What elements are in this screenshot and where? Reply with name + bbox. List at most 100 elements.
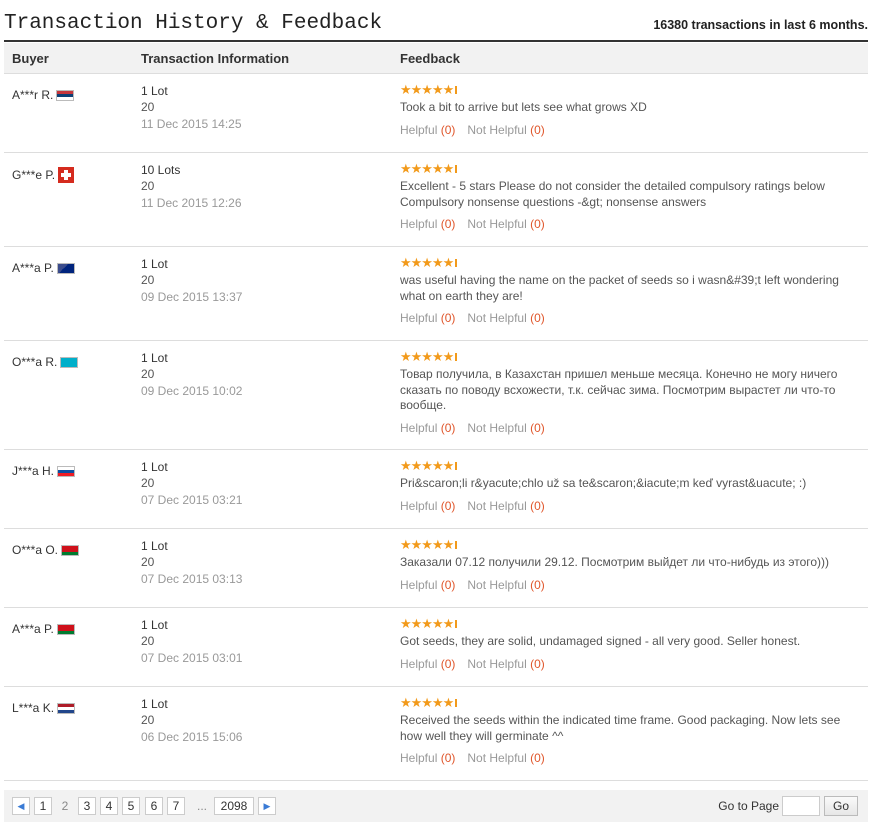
helpful-label: Helpful	[400, 751, 438, 765]
transaction-info: 1 Lot 20 07 Dec 2015 03:13	[141, 539, 242, 588]
star-rating-icon: ★★★★★	[400, 82, 860, 98]
page-1-button[interactable]: 1	[34, 797, 52, 815]
helpful-count: (0)	[440, 577, 456, 592]
quantity: 20	[141, 475, 155, 490]
helpful-label: Helpful	[400, 420, 438, 435]
table-row: L***a K. 1 Lot 20 06 Dec 2015 15:06 ★★★★★ Rec…	[4, 687, 868, 781]
flag-icon	[60, 356, 79, 368]
transaction-info: 1 Lot 20 09 Dec 2015 13:37	[141, 257, 242, 306]
helpful-button[interactable]: Helpful (0)	[400, 657, 455, 671]
helpful-button[interactable]: Helpful (0)	[400, 578, 455, 592]
quantity: 20	[141, 633, 155, 648]
flag-icon	[61, 544, 80, 556]
not-helpful-label: Not Helpful	[467, 311, 527, 325]
helpful-button[interactable]: Helpful (0)	[400, 311, 455, 325]
feedback-comment: was useful having the name on the packet…	[400, 273, 839, 303]
buyer-name: A***a P.	[12, 261, 54, 275]
helpful-button[interactable]: Helpful (0)	[400, 751, 455, 765]
helpful-votes: Helpful (0) Not Helpful (0)	[400, 311, 860, 325]
page-title: Transaction History & Feedback	[4, 12, 383, 35]
table-row: J***a H. 1 Lot 20 07 Dec 2015 03:21 ★★★★★ Pri…	[4, 450, 868, 529]
helpful-count: (0)	[440, 751, 456, 765]
page-3-button[interactable]: 3	[78, 797, 96, 815]
goto-page-button[interactable]: Go	[824, 796, 858, 816]
next-page-button[interactable]: ▶	[258, 797, 276, 815]
buyer-name: A***a P.	[12, 622, 54, 636]
feedback-comment: Took a bit to arrive but lets see what g…	[400, 100, 647, 114]
not-helpful-count: (0)	[530, 217, 545, 231]
helpful-button[interactable]: Helpful (0)	[400, 499, 455, 513]
lot-count: 1 Lot	[141, 84, 168, 98]
lot-count: 1 Lot	[141, 539, 168, 553]
helpful-button[interactable]: Helpful (0)	[400, 421, 455, 435]
buyer-name: G***e P.	[12, 168, 56, 182]
not-helpful-button[interactable]: Not Helpful (0)	[467, 123, 544, 137]
not-helpful-button[interactable]: Not Helpful (0)	[467, 421, 544, 435]
page-5-button[interactable]: 5	[122, 797, 140, 815]
not-helpful-label: Not Helpful	[467, 498, 527, 513]
table-row: O***a R. 1 Lot 20 09 Dec 2015 10:02 ★★★★★ Тов…	[4, 341, 868, 450]
quantity: 20	[141, 366, 155, 381]
goto-page-input[interactable]	[782, 796, 820, 816]
lot-count: 1 Lot	[141, 697, 168, 711]
transaction-info: 1 Lot 20 07 Dec 2015 03:21	[141, 460, 242, 509]
helpful-votes: Helpful (0) Not Helpful (0)	[400, 217, 860, 231]
lot-count: 1 Lot	[141, 460, 168, 474]
table-row: A***r R. 1 Lot 20 11 Dec 2015 14:25 ★★★★★ Too…	[4, 74, 868, 153]
feedback-comment: Got seeds, they are solid, undamaged sig…	[400, 634, 801, 648]
buyer-cell: O***a R.	[12, 355, 79, 369]
not-helpful-label: Not Helpful	[467, 217, 527, 231]
transaction-date: 09 Dec 2015 13:37	[141, 290, 243, 304]
not-helpful-button[interactable]: Not Helpful (0)	[467, 499, 544, 513]
helpful-votes: Helpful (0) Not Helpful (0)	[400, 657, 860, 671]
not-helpful-label: Not Helpful	[467, 656, 527, 671]
helpful-votes: Helpful (0) Not Helpful (0)	[400, 499, 860, 513]
lot-count: 1 Lot	[141, 618, 168, 632]
buyer-name: O***a O.	[12, 543, 59, 557]
quantity: 20	[141, 554, 155, 569]
page-2-current: 2	[61, 799, 69, 813]
feedback-comment: Pri&scaron;li r&yacute;chlo už sa te&sca…	[400, 476, 807, 490]
table-header: Buyer Transaction Information Feedback	[4, 43, 868, 74]
buyer-cell: L***a K.	[12, 701, 76, 715]
column-header-transaction-info: Transaction Information	[141, 51, 290, 66]
star-rating-icon: ★★★★★	[400, 458, 860, 474]
helpful-label: Helpful	[400, 217, 438, 231]
feedback-cell: ★★★★★ Received the seeds within the indic…	[400, 695, 860, 765]
not-helpful-button[interactable]: Not Helpful (0)	[467, 311, 544, 325]
not-helpful-count: (0)	[530, 577, 545, 592]
feedback-comment: Заказали 07.12 получили 29.12. Посмотрим…	[400, 555, 830, 569]
prev-page-button[interactable]: ◀	[12, 797, 30, 815]
page-4-button[interactable]: 4	[100, 797, 118, 815]
page-6-button[interactable]: 6	[145, 797, 163, 815]
page-7-button[interactable]: 7	[167, 797, 185, 815]
not-helpful-button[interactable]: Not Helpful (0)	[467, 578, 544, 592]
helpful-button[interactable]: Helpful (0)	[400, 123, 455, 137]
transaction-info: 1 Lot 20 06 Dec 2015 15:06	[141, 697, 242, 746]
not-helpful-label: Not Helpful	[467, 122, 527, 137]
helpful-count: (0)	[440, 311, 456, 325]
last-page-button[interactable]: 2098	[214, 797, 254, 815]
star-rating-icon: ★★★★★	[400, 349, 860, 365]
buyer-cell: O***a O.	[12, 543, 80, 557]
buyer-cell: A***a P.	[12, 261, 75, 275]
not-helpful-count: (0)	[530, 498, 545, 513]
feedback-comment: Received the seeds within the indicated …	[400, 713, 841, 743]
not-helpful-count: (0)	[530, 656, 545, 671]
not-helpful-label: Not Helpful	[467, 420, 527, 435]
transaction-date: 09 Dec 2015 10:02	[141, 384, 243, 398]
not-helpful-button[interactable]: Not Helpful (0)	[467, 751, 544, 765]
transaction-date: 11 Dec 2015 12:26	[141, 196, 242, 210]
helpful-votes: Helpful (0) Not Helpful (0)	[400, 751, 860, 765]
not-helpful-button[interactable]: Not Helpful (0)	[467, 217, 544, 231]
helpful-count: (0)	[440, 122, 456, 137]
helpful-button[interactable]: Helpful (0)	[400, 217, 455, 231]
feedback-cell: ★★★★★ Took a bit to arrive but lets see w…	[400, 82, 860, 137]
quantity: 20	[141, 178, 155, 193]
feedback-cell: ★★★★★ Excellent - 5 stars Please do not c…	[400, 161, 860, 231]
flag-icon	[57, 702, 76, 714]
not-helpful-button[interactable]: Not Helpful (0)	[467, 657, 544, 671]
buyer-name: L***a K.	[12, 701, 55, 715]
star-rating-icon: ★★★★★	[400, 161, 860, 177]
transaction-info: 10 Lots 20 11 Dec 2015 12:26	[141, 163, 242, 212]
